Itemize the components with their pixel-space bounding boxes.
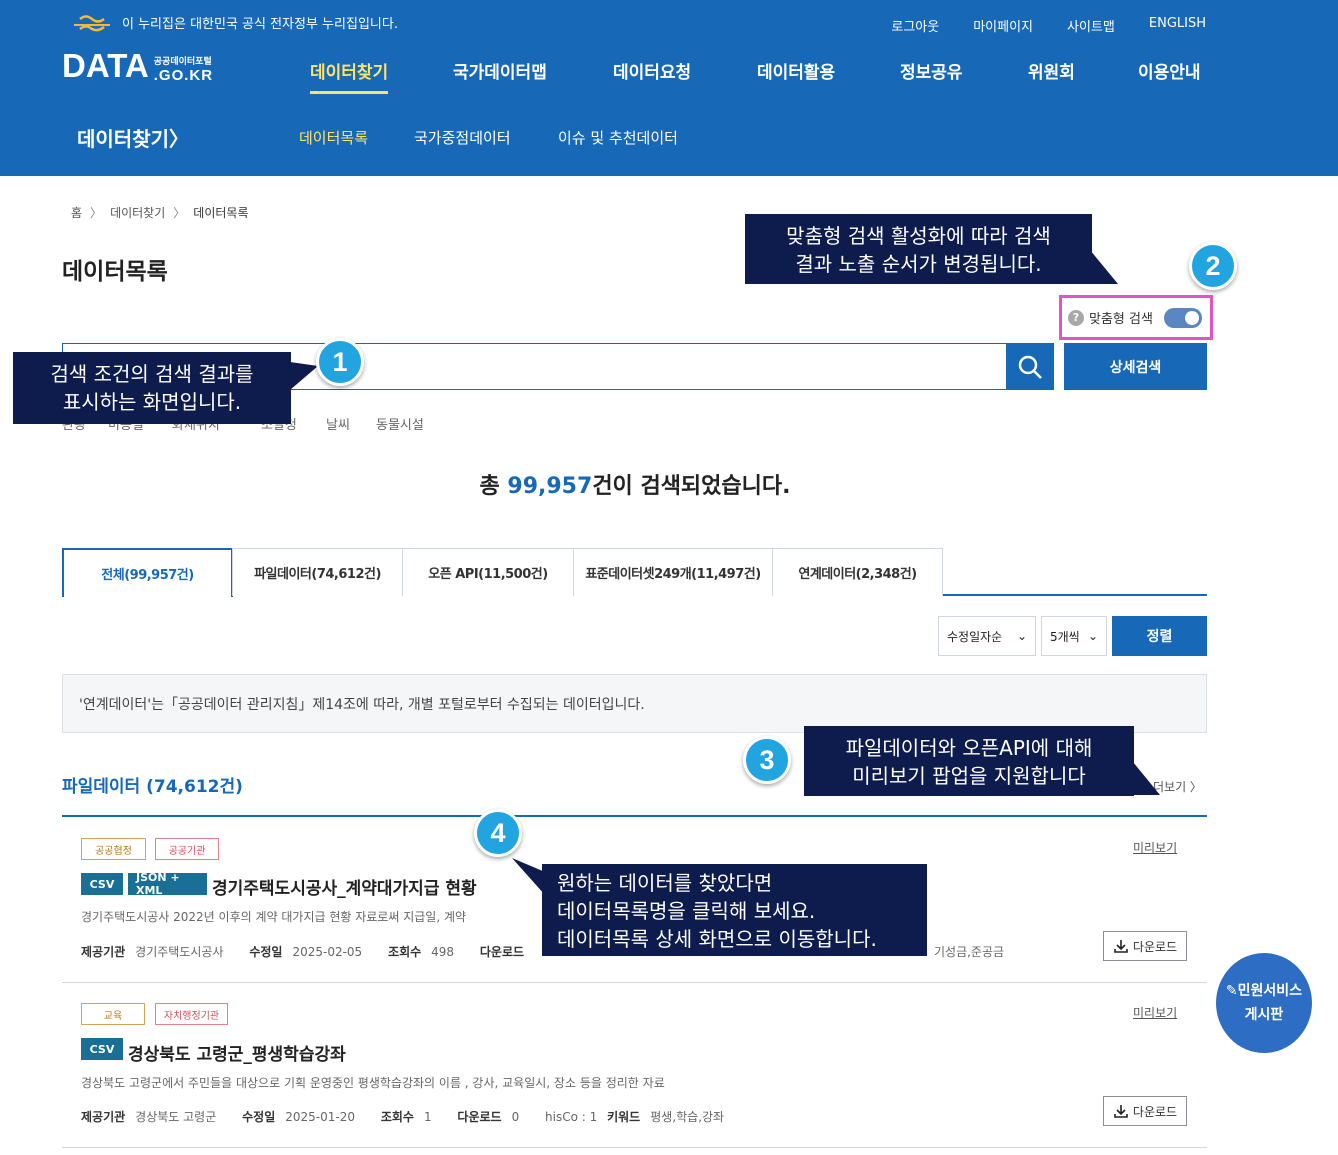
callout-4-line2: 데이터목록명을 클릭해 보세요.: [557, 899, 816, 923]
callout-3: 파일데이터와 오픈API에 대해 미리보기 팝업을 지원합니다: [804, 726, 1134, 796]
callout-3-line1: 파일데이터와 오픈API에 대해: [845, 736, 1093, 760]
callout-3-badge: 3: [743, 736, 791, 784]
callout-2-badge: 2: [1189, 242, 1237, 290]
callout-1-badge: 1: [316, 338, 364, 386]
callout-2-line1: 맞춤형 검색 활성화에 따라 검색: [786, 224, 1051, 248]
callout-3-pointer: [1133, 762, 1160, 795]
callout-2-line2: 결과 노출 순서가 변경됩니다.: [795, 252, 1042, 276]
callout-3-line2: 미리보기 팝업을 지원합니다: [852, 764, 1086, 788]
callout-4-line3: 데이터목록 상세 화면으로 이동합니다.: [557, 927, 877, 951]
callout-2: 맞춤형 검색 활성화에 따라 검색 결과 노출 순서가 변경됩니다.: [745, 214, 1092, 284]
callout-4-pointer: [512, 858, 545, 895]
callout-pointers: [290, 250, 1160, 895]
callout-4-badge: 4: [474, 809, 522, 857]
callout-4: 원하는 데이터를 찾았다면 데이터목록명을 클릭해 보세요. 데이터목록 상세 …: [542, 864, 927, 956]
callout-1-pointer: [290, 362, 318, 390]
callout-4-line1: 원하는 데이터를 찾았다면: [557, 871, 773, 895]
